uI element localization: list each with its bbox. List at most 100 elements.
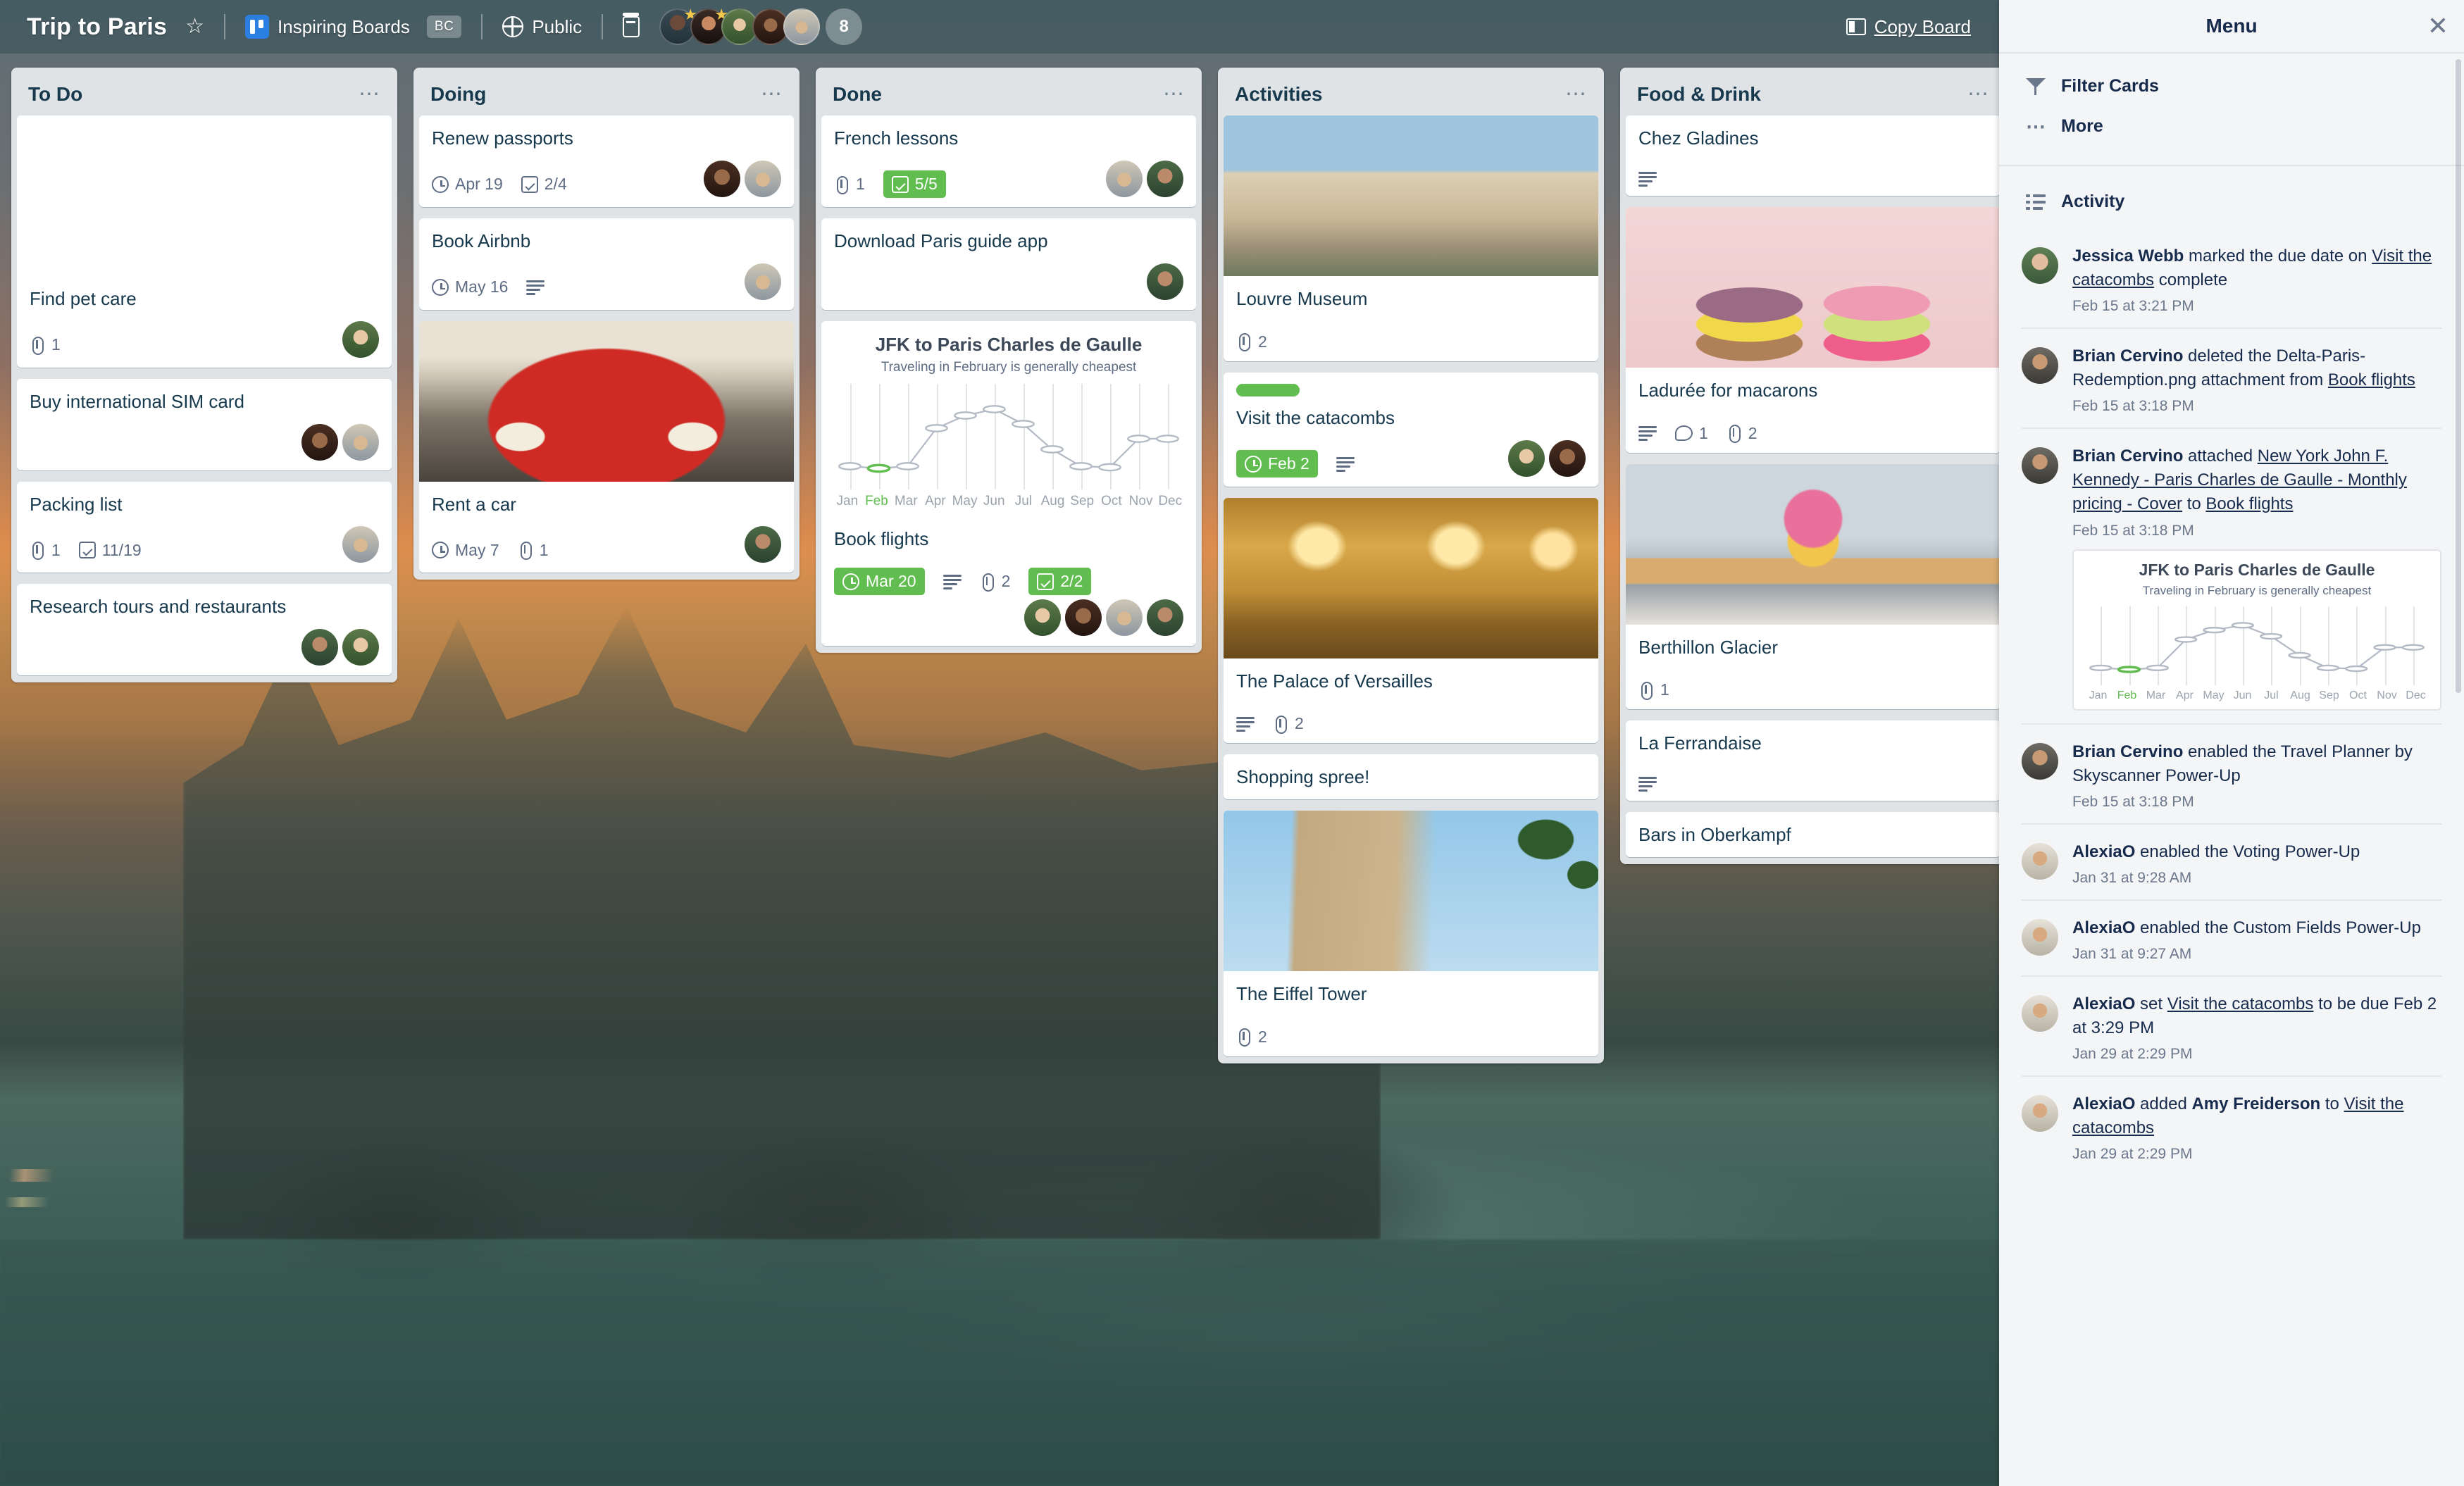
sidebar-scrollbar[interactable] <box>2456 59 2461 693</box>
activity-text: Jessica Webb marked the due date on Visi… <box>2072 246 2432 290</box>
activity-card-link[interactable]: Book flights <box>2205 494 2293 513</box>
team-button[interactable]: Inspiring Boards BC <box>235 9 471 44</box>
card-label[interactable] <box>1236 383 1300 397</box>
card[interactable]: Chez Gladines <box>1626 115 2001 196</box>
card[interactable]: La Ferrandaise <box>1626 720 2001 801</box>
activity-actor[interactable]: AlexiaO <box>2072 842 2135 861</box>
card[interactable]: Shopping spree! <box>1224 754 1598 800</box>
card[interactable]: Book Airbnb May 16 <box>419 218 794 310</box>
avatar[interactable] <box>2022 842 2058 880</box>
card[interactable]: Buy international SIM card <box>17 378 392 470</box>
badge-attachment: 1 <box>30 541 61 561</box>
activity-body: Jessica Webb marked the due date on Visi… <box>2072 244 2441 315</box>
copy-board-button[interactable]: Copy Board <box>1836 11 1981 44</box>
description-icon <box>1638 171 1657 187</box>
badge-due: Mar 20 <box>834 568 925 596</box>
avatar[interactable] <box>2022 1095 2058 1132</box>
card[interactable]: Packing list 1 11/19 <box>17 481 392 573</box>
card[interactable]: The Eiffel Tower 2 <box>1224 811 1598 1056</box>
avatar[interactable] <box>301 423 338 461</box>
card[interactable]: Rent a car May 7 1 <box>419 320 794 573</box>
card-stack: Louvre Museum 2 Visit the catacombs Feb 2 Th… <box>1224 115 1598 1056</box>
activity-actor[interactable]: Brian Cervino <box>2072 346 2183 366</box>
avatar[interactable] <box>1024 599 1061 637</box>
list-title[interactable]: To Do <box>28 83 82 106</box>
activity-card-link[interactable]: Book flights <box>2328 370 2415 389</box>
avatar[interactable] <box>783 8 821 45</box>
list-menu-icon[interactable]: ⋯ <box>761 84 784 105</box>
avatar[interactable] <box>2022 742 2058 780</box>
list-title[interactable]: Activities <box>1235 83 1323 106</box>
list-title[interactable]: Done <box>833 83 882 106</box>
list-menu-icon[interactable]: ⋯ <box>1163 84 1186 105</box>
close-icon[interactable]: ✕ <box>2427 13 2449 39</box>
sidebar-item-filter-cards[interactable]: Filter Cards <box>2022 66 2441 106</box>
card[interactable]: Renew passports Apr 19 2/4 <box>419 115 794 207</box>
star-board-button[interactable]: ☆ <box>175 11 214 43</box>
sidebar-item-more[interactable]: ⋯ More <box>2022 106 2441 146</box>
member-overflow-count[interactable]: 8 <box>826 8 863 45</box>
avatar[interactable] <box>2022 347 2058 385</box>
avatar[interactable] <box>1508 439 1545 477</box>
list-menu-icon[interactable]: ⋯ <box>359 84 382 105</box>
calendar-icon <box>623 13 640 37</box>
list-menu-icon[interactable]: ⋯ <box>1565 84 1588 105</box>
avatar[interactable] <box>2022 247 2058 284</box>
card[interactable]: Find pet care 1 <box>17 115 392 368</box>
card[interactable]: Research tours and restaurants <box>17 584 392 676</box>
sidebar-actions: Filter Cards ⋯ More <box>1999 54 2464 166</box>
card-badges: 1 <box>1638 680 1669 700</box>
activity-actor[interactable]: AlexiaO <box>2072 994 2135 1013</box>
avatar[interactable] <box>745 526 781 563</box>
chart-xtick: Sep <box>1070 493 1095 508</box>
board-title[interactable]: Trip to Paris <box>18 9 175 45</box>
avatar[interactable] <box>342 526 379 563</box>
avatar[interactable] <box>342 320 379 358</box>
card[interactable]: Louvre Museum 2 <box>1224 115 1598 361</box>
card-cover-image <box>1224 811 1598 972</box>
card-stack: Chez Gladines Ladurée for macarons 1 2 Berth… <box>1626 115 2001 857</box>
activity-actor[interactable]: Brian Cervino <box>2072 447 2183 466</box>
card[interactable]: Ladurée for macarons 1 2 <box>1626 206 2001 453</box>
visibility-button[interactable]: Public <box>492 11 592 44</box>
avatar[interactable] <box>1147 599 1183 637</box>
card[interactable]: Visit the catacombs Feb 2 <box>1224 372 1598 487</box>
card-badges: 1 11/19 <box>30 541 142 561</box>
avatar[interactable] <box>1106 160 1143 197</box>
list-menu-icon[interactable]: ⋯ <box>1967 84 1991 105</box>
card-badges: 1 <box>30 335 61 355</box>
avatar[interactable] <box>1065 599 1102 637</box>
activity-attachment-chart-preview[interactable]: JFK to Paris Charles de Gaulle Traveling … <box>2072 549 2441 711</box>
card[interactable]: JFK to Paris Charles de Gaulle Traveling … <box>821 320 1196 647</box>
avatar[interactable] <box>2022 918 2058 956</box>
avatar[interactable] <box>2022 994 2058 1032</box>
card[interactable]: Bars in Oberkampf <box>1626 812 2001 857</box>
chart-point <box>1012 420 1034 427</box>
avatar[interactable] <box>745 263 781 300</box>
avatar[interactable] <box>1549 439 1586 477</box>
card[interactable]: French lessons 1 5/5 <box>821 115 1196 207</box>
avatar[interactable] <box>342 629 379 666</box>
calendar-powerup-button[interactable] <box>613 11 649 43</box>
avatar[interactable] <box>1106 599 1143 637</box>
avatar[interactable] <box>704 160 740 197</box>
activity-actor[interactable]: AlexiaO <box>2072 918 2135 937</box>
list-title[interactable]: Doing <box>430 83 486 106</box>
avatar[interactable] <box>342 423 379 461</box>
activity-card-link[interactable]: Visit the catacombs <box>2167 994 2314 1013</box>
card[interactable]: Download Paris guide app <box>821 218 1196 310</box>
card[interactable]: Berthillon Glacier 1 <box>1626 463 2001 710</box>
activity-actor[interactable]: AlexiaO <box>2072 1094 2135 1113</box>
activity-actor[interactable]: Brian Cervino <box>2072 742 2183 761</box>
avatar[interactable] <box>2022 447 2058 485</box>
avatar[interactable] <box>745 160 781 197</box>
activity-actor[interactable]: Jessica Webb <box>2072 246 2184 266</box>
avatar[interactable] <box>301 629 338 666</box>
chart-xtick: Nov <box>2377 689 2397 701</box>
list-title[interactable]: Food & Drink <box>1637 83 1761 106</box>
activity-section-header: Activity <box>1999 166 2464 229</box>
avatar[interactable] <box>1147 263 1183 300</box>
avatar[interactable] <box>1147 160 1183 197</box>
card[interactable]: The Palace of Versailles 2 <box>1224 497 1598 744</box>
chart-point <box>2289 653 2310 658</box>
